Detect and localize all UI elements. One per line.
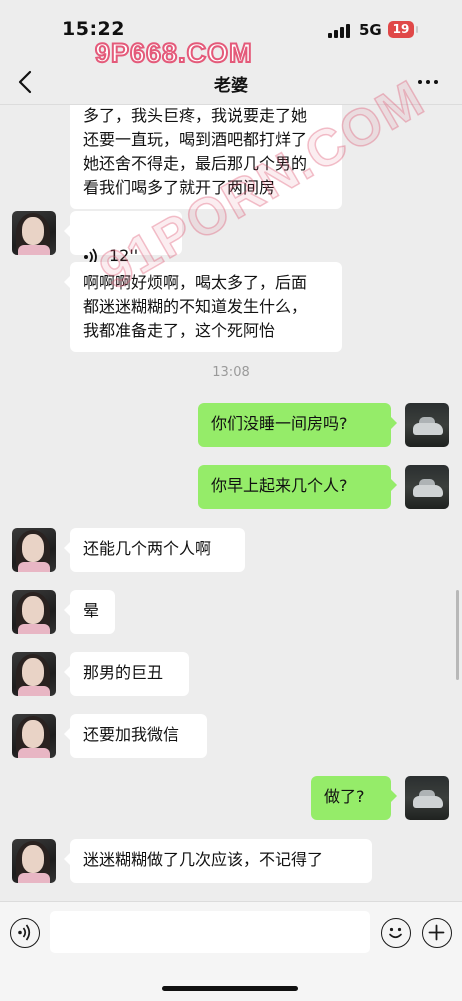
message-bubble[interactable]: 迷迷糊糊做了几次应该，不记得了	[64, 839, 372, 883]
message-bubble[interactable]: 做了?	[311, 776, 397, 820]
emoji-button[interactable]	[381, 918, 411, 948]
voice-input-button[interactable]	[10, 918, 40, 948]
home-indicator	[162, 986, 298, 991]
plus-icon	[428, 924, 445, 941]
avatar[interactable]	[12, 714, 56, 758]
watermark-logo: 9P668.COM	[94, 37, 253, 69]
message-bubble[interactable]: 你早上起来几个人?	[198, 465, 397, 509]
status-time: 15:22	[62, 18, 125, 40]
network-type: 5G	[359, 21, 382, 39]
message-bubble[interactable]: 还能几个两个人啊	[64, 528, 245, 572]
battery-icon: 19	[388, 21, 414, 38]
avatar[interactable]	[405, 465, 449, 509]
ellipsis-icon	[418, 80, 422, 84]
avatar[interactable]	[12, 528, 56, 572]
more-button[interactable]	[416, 74, 440, 90]
avatar[interactable]	[12, 652, 56, 696]
message-bubble[interactable]: 那男的巨丑	[64, 652, 189, 696]
signal-icon	[328, 24, 352, 38]
voice-input-icon	[18, 924, 31, 941]
avatar[interactable]	[405, 776, 449, 820]
smiley-icon	[389, 927, 402, 939]
message-bubble[interactable]: 还要加我微信	[64, 714, 207, 758]
message-bubble[interactable]: 晕	[64, 590, 115, 634]
avatar[interactable]	[12, 839, 56, 883]
scrollbar[interactable]	[456, 590, 459, 680]
message-bubble[interactable]: 你们没睡一间房吗?	[198, 403, 397, 447]
time-divider: 13:08	[212, 365, 250, 380]
message-input[interactable]	[50, 911, 370, 953]
avatar[interactable]	[12, 590, 56, 634]
avatar[interactable]	[12, 211, 56, 255]
avatar[interactable]	[405, 403, 449, 447]
more-functions-button[interactable]	[422, 918, 452, 948]
battery-cap	[416, 26, 418, 33]
